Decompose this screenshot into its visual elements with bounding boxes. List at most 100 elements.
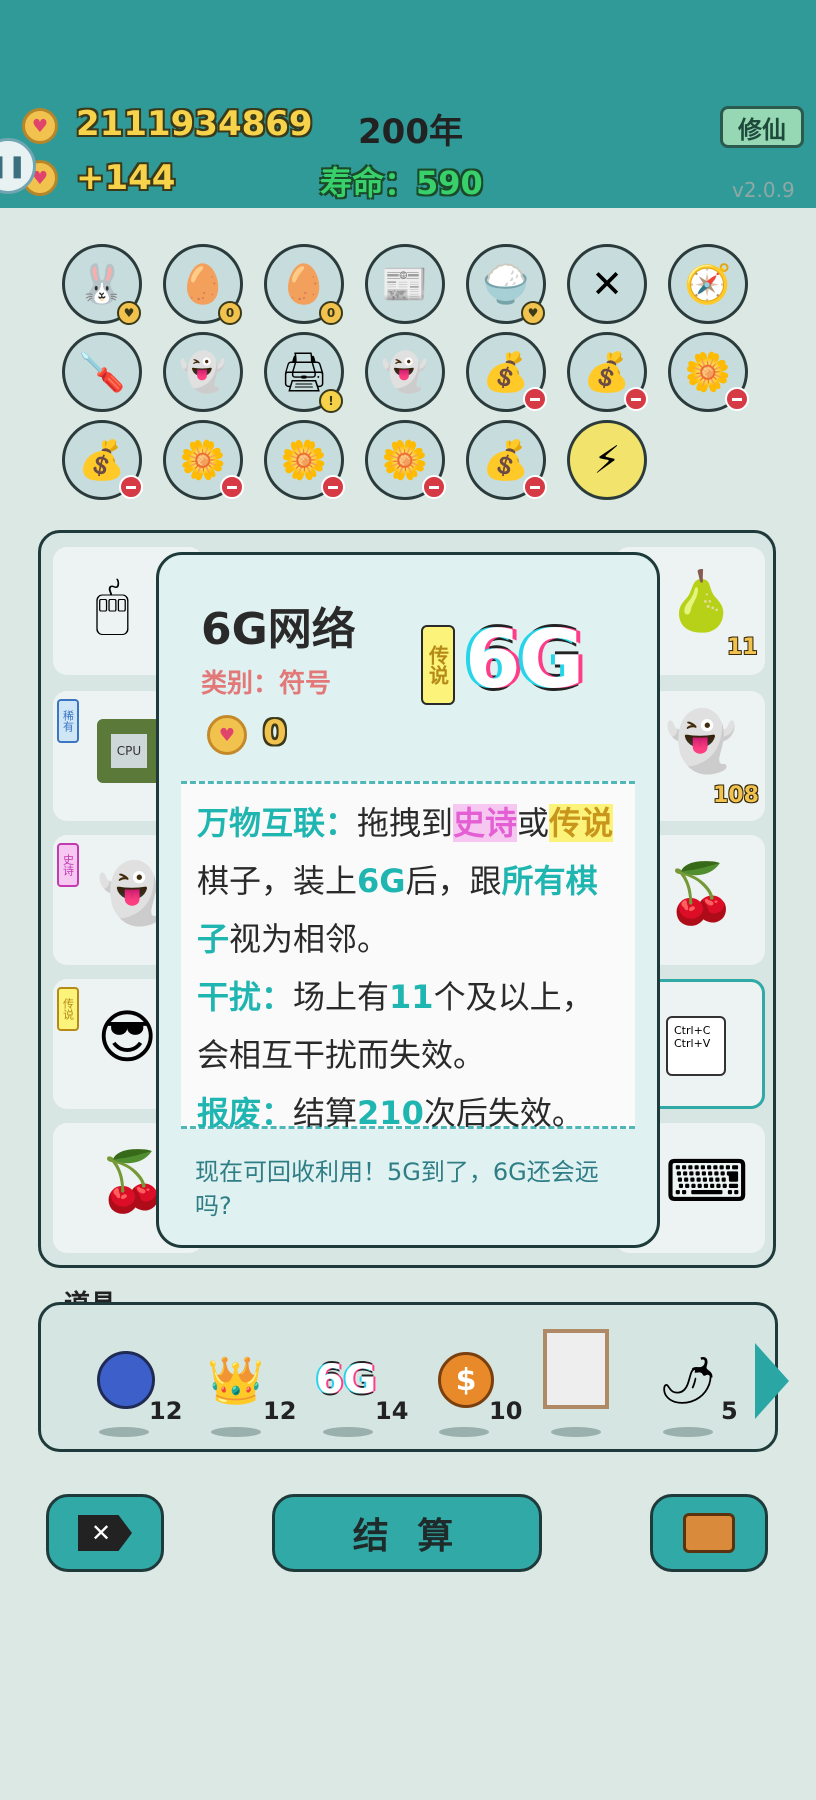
- popup-title: 6G网络: [201, 604, 356, 655]
- popup-flavor-text: 现在可回收利用！5G到了，6G还会远吗?: [195, 1158, 599, 1220]
- coin-badge-icon: ♥: [117, 301, 141, 325]
- price-coin-icon: ♥: [207, 715, 247, 755]
- rice-bowl-icon: 🍚: [482, 261, 530, 306]
- props-bar: 12 👑 12 6G 14 $ 10 🌶 5: [38, 1302, 789, 1452]
- prop-shadow: [663, 1427, 713, 1437]
- inventory-slot[interactable]: 🧭: [668, 244, 748, 324]
- epic-tag: 史诗: [57, 843, 79, 887]
- rabbit-icon: 🐰: [78, 261, 126, 306]
- inventory-slot[interactable]: 🖨!: [264, 332, 344, 413]
- egg-tray-icon: 🥚: [179, 261, 227, 306]
- inventory-slot[interactable]: 🌼: [163, 420, 244, 500]
- ghost-icon: 👻: [179, 349, 227, 394]
- rarity-badge: 传说: [421, 625, 455, 705]
- 6g-icon: 6G: [465, 613, 584, 706]
- compass-icon: 🧭: [684, 261, 732, 306]
- desc-text: 结算: [293, 1094, 358, 1132]
- prop-shadow: [551, 1427, 601, 1437]
- life-value: 590: [416, 164, 483, 202]
- flower-pot-icon: 🌼: [179, 437, 227, 482]
- flower-pot-icon: 🌼: [381, 437, 429, 482]
- inventory-slot[interactable]: ✕: [567, 244, 647, 324]
- sack-icon: 💰: [583, 349, 631, 394]
- inventory-slot[interactable]: 🌼: [365, 420, 446, 500]
- gold-amount: 2111934869: [76, 104, 313, 144]
- delete-icon: ✕: [78, 1515, 132, 1551]
- flower-pot-icon: 🌼: [684, 349, 732, 394]
- sack-icon: 💰: [78, 437, 126, 482]
- remove-badge-icon[interactable]: [725, 387, 749, 411]
- inventory-slot[interactable]: 💰: [62, 420, 143, 500]
- printer-icon: 🖨: [279, 349, 329, 394]
- piece-count: 108: [713, 783, 759, 808]
- popup-category: 类别：符号: [201, 669, 332, 699]
- inventory-slot[interactable]: 📰: [365, 244, 445, 324]
- crown-icon[interactable]: 👑: [201, 1345, 271, 1415]
- desc-text: 后，跟: [405, 862, 502, 900]
- inventory-slot[interactable]: ⚡: [567, 420, 647, 500]
- ghost-icon: 👻: [665, 707, 738, 775]
- popup-description: 万物互联：拖拽到史诗或传说棋子，装上6G后，跟所有棋子视为相邻。 干扰：场上有1…: [181, 781, 635, 1132]
- pear-icon: 🍐: [665, 567, 738, 635]
- 6g-icon[interactable]: 6G: [311, 1345, 381, 1415]
- coin-badge-icon: ♥: [521, 301, 545, 325]
- cherry-icon: 🍒: [665, 859, 738, 927]
- remove-badge-icon[interactable]: [523, 387, 547, 411]
- inventory-slot[interactable]: 👻: [163, 332, 243, 412]
- inventory-slot[interactable]: 💰: [567, 332, 648, 412]
- life-label: 寿命：: [320, 164, 417, 202]
- copy-paste-icon: Ctrl+C Ctrl+V: [666, 1016, 726, 1076]
- inventory-slot[interactable]: 💰: [466, 332, 547, 412]
- warning-badge-icon: !: [319, 389, 343, 413]
- settle-button[interactable]: 结 算: [272, 1494, 542, 1572]
- keyboard-icon: ⌨: [665, 1147, 749, 1215]
- pause-icon: ❚❚: [0, 153, 27, 179]
- inventory-slot[interactable]: 🐰 ♥: [62, 244, 142, 325]
- year-counter: 200年: [358, 112, 463, 152]
- sack-icon: 💰: [482, 349, 530, 394]
- remove-badge-icon[interactable]: [119, 475, 143, 499]
- inventory-slot[interactable]: 🌼: [264, 420, 345, 500]
- remove-badge-icon[interactable]: [220, 475, 244, 499]
- desc-text: 次后失效。: [423, 1094, 584, 1132]
- cultivate-button[interactable]: 修仙: [720, 106, 804, 148]
- inventory-slot[interactable]: 🌼: [668, 332, 749, 412]
- desc-keyword: 6G: [357, 862, 406, 900]
- prop-count: 5: [721, 1397, 738, 1425]
- inventory-slot[interactable]: 🪛: [62, 332, 142, 412]
- inventory-slot[interactable]: 🥚 0: [264, 244, 344, 325]
- count-badge: 0: [319, 301, 343, 325]
- remove-badge-icon[interactable]: [422, 475, 446, 499]
- lightning-icon: ⚡: [593, 438, 621, 482]
- prop-shadow: [211, 1427, 261, 1437]
- desc-number: 210: [357, 1094, 424, 1132]
- rare-tag: 稀有: [57, 699, 79, 743]
- remote-frame-icon[interactable]: [541, 1327, 611, 1411]
- prop-count: 12: [149, 1397, 183, 1425]
- desc-keyword: 报废：: [197, 1094, 294, 1132]
- legend-tag: 传说: [57, 987, 79, 1031]
- inventory-slot[interactable]: 👻: [365, 332, 445, 412]
- inventory-slot[interactable]: 🍚 ♥: [466, 244, 546, 325]
- prop-shadow: [439, 1427, 489, 1437]
- desc-text: 视为相邻。: [229, 920, 390, 958]
- time-magazine-icon: 📰: [381, 261, 429, 306]
- count-badge: 0: [218, 301, 242, 325]
- bag-button[interactable]: [650, 1494, 768, 1572]
- inventory-slot[interactable]: 💰: [466, 420, 547, 500]
- sack-icon: 💰: [482, 437, 530, 482]
- crossed-sticks-icon: ✕: [591, 262, 623, 306]
- next-arrow-icon[interactable]: [755, 1343, 789, 1419]
- delete-button[interactable]: ✕: [46, 1494, 164, 1572]
- paste-label: Ctrl+V: [674, 1037, 711, 1050]
- desc-text: 棋子，装上: [197, 862, 358, 900]
- chili-icon[interactable]: 🌶: [653, 1345, 723, 1415]
- prop-count: 12: [263, 1397, 297, 1425]
- remove-badge-icon[interactable]: [321, 475, 345, 499]
- item-detail-popup[interactable]: 6G网络 类别：符号 ♥ 0 传说 6G 万物互联：拖拽到史诗或传说棋子，装上6…: [156, 552, 660, 1248]
- gold-coin-icon: ♥: [22, 108, 58, 144]
- inventory-slot[interactable]: 🥚 0: [163, 244, 243, 325]
- remove-badge-icon[interactable]: [624, 387, 648, 411]
- remove-badge-icon[interactable]: [523, 475, 547, 499]
- desc-number: 11: [389, 978, 434, 1016]
